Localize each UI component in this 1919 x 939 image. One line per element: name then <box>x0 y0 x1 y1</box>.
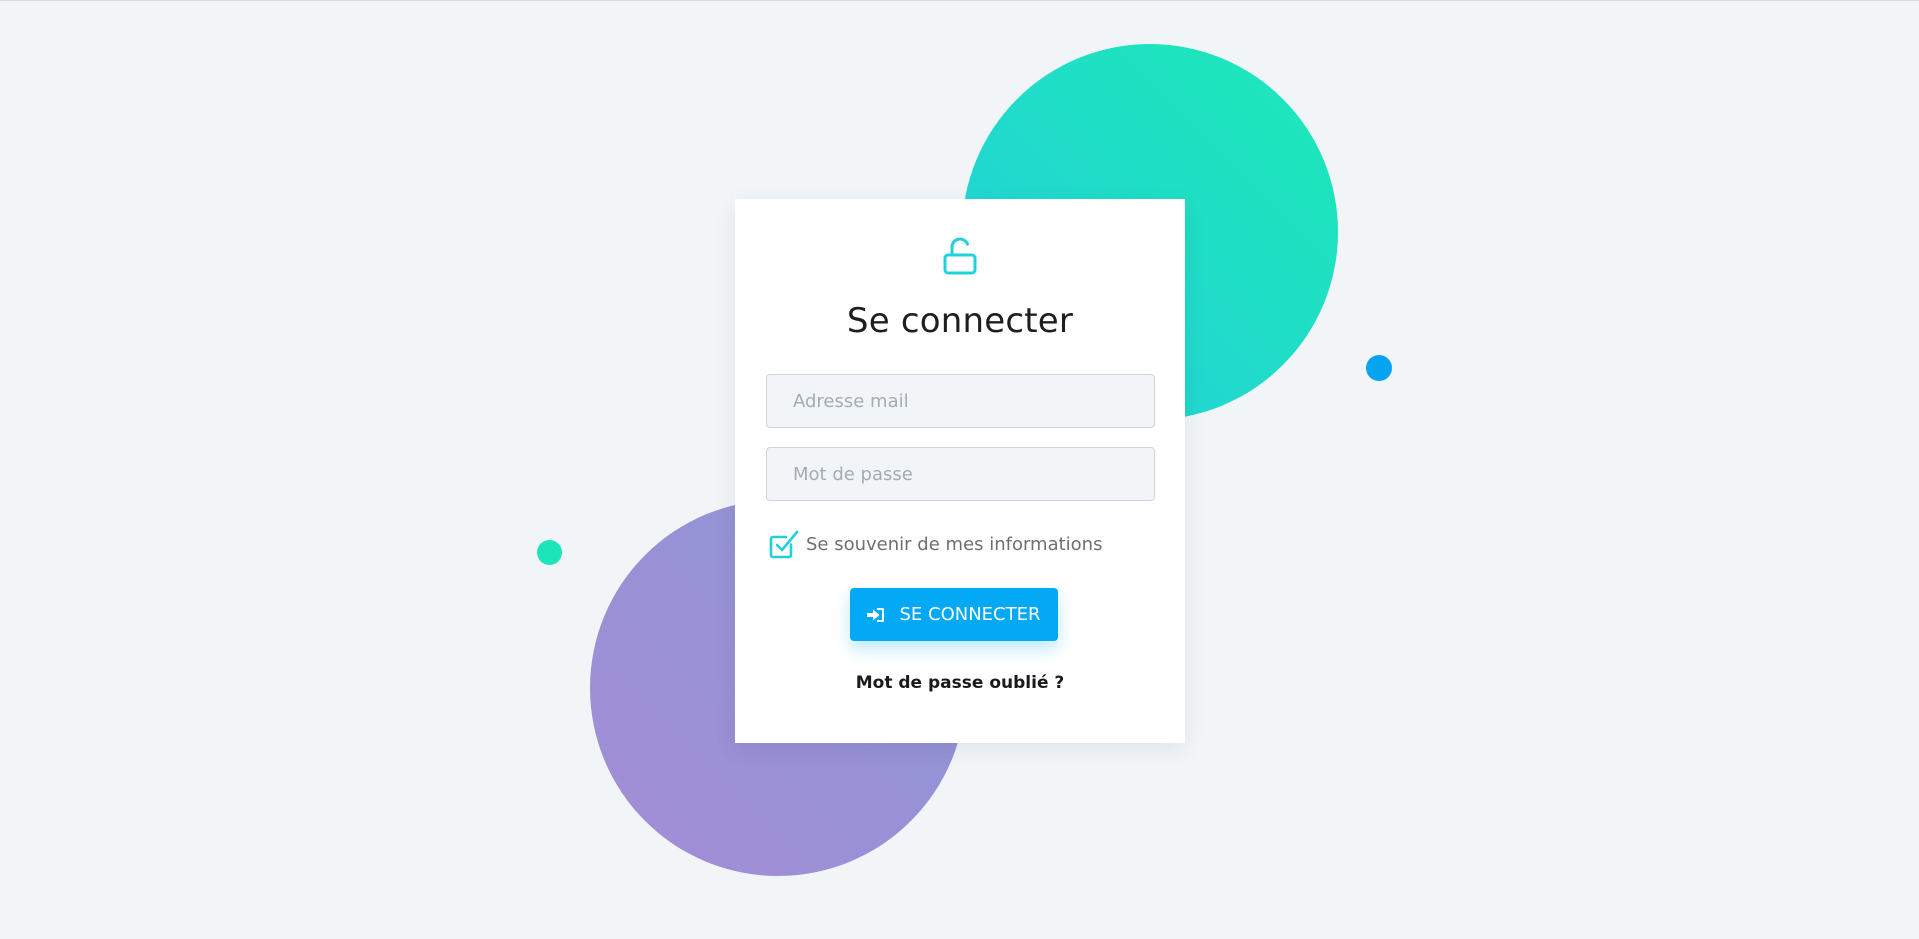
page-title: Se connecter <box>846 301 1074 341</box>
remember-me-option[interactable]: Se souvenir de mes informations <box>768 528 1102 560</box>
sign-in-icon <box>867 607 885 622</box>
login-card: Se connecter Se souvenir de mes informat… <box>735 199 1185 743</box>
remember-me-label: Se souvenir de mes informations <box>806 533 1103 555</box>
unlock-icon <box>943 237 977 275</box>
decorative-dot-green <box>537 540 562 565</box>
decorative-dot-blue <box>1366 355 1392 381</box>
password-field[interactable] <box>766 447 1155 501</box>
checkbox-checked-icon[interactable] <box>768 528 800 560</box>
login-button-label: SE CONNECTER <box>899 604 1041 625</box>
email-field[interactable] <box>766 374 1155 428</box>
login-page: Se connecter Se souvenir de mes informat… <box>0 0 1919 939</box>
forgot-password-link[interactable]: Mot de passe oublié ? <box>735 673 1185 693</box>
login-button[interactable]: SE CONNECTER <box>850 588 1058 641</box>
